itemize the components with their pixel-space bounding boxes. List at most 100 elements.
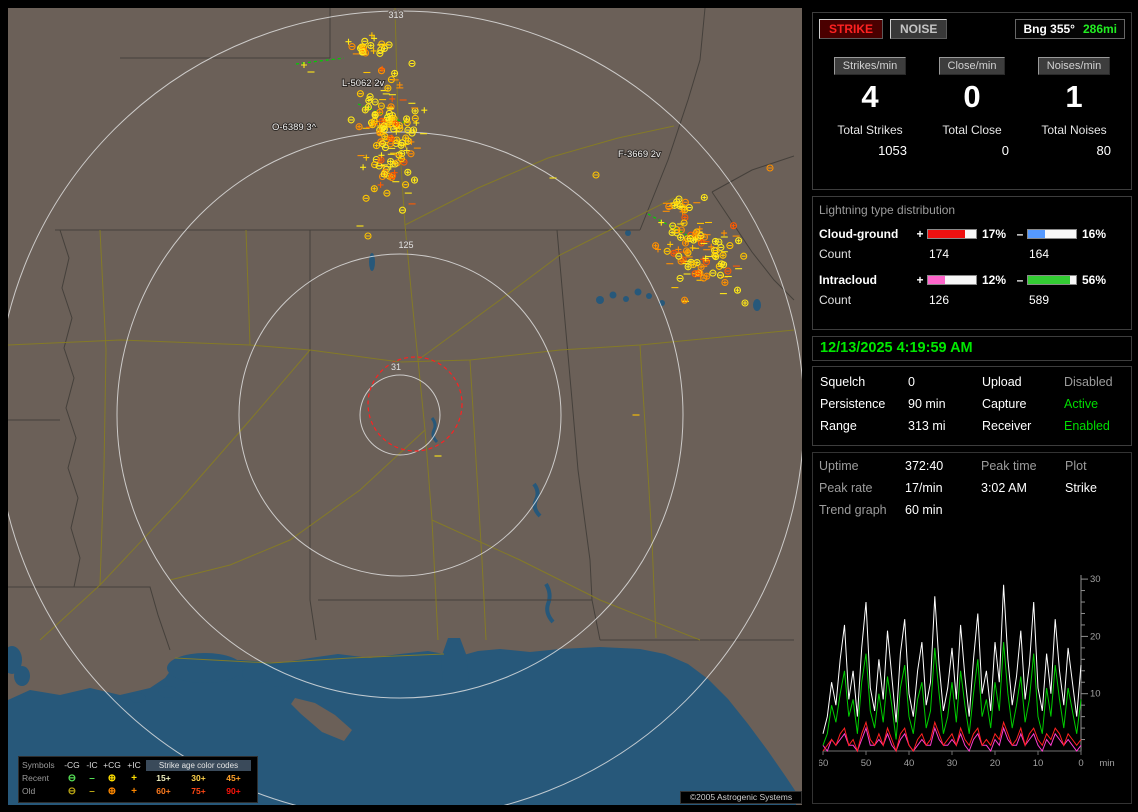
ic-positive-count: 126 <box>929 293 950 307</box>
range-label: Range <box>820 419 857 433</box>
plus-sign: + <box>916 227 924 241</box>
range-ring-label: 125 <box>398 240 413 250</box>
rates-panel: STRIKE NOISE Bng 355° 286mi Strikes/min … <box>812 12 1132 190</box>
ic-positive-pct: 12% <box>982 273 1007 287</box>
storm-cell-label: F-3669 2v <box>618 149 661 160</box>
noises-per-min-value: 1 <box>1065 79 1083 114</box>
total-close-value: 0 <box>1001 143 1009 158</box>
age-45-label: 45+ <box>226 773 241 783</box>
trend-series-cloud-ground <box>822 720 1082 753</box>
axis-tick-label: 40 <box>904 758 915 769</box>
axis-tick-label: 20 <box>1090 631 1101 642</box>
peak-rate-label: Peak rate <box>819 481 873 495</box>
age-75-label: 75+ <box>191 786 206 796</box>
trend-graph-label: Trend graph <box>819 503 887 517</box>
cg-count-label: Count <box>819 247 852 261</box>
pos-ic-recent-icon: + <box>131 773 137 784</box>
plot-value: Strike <box>1065 481 1097 495</box>
neg-ic-recent-icon: – <box>89 773 95 784</box>
axis-tick-label: 60 <box>819 758 828 769</box>
strike-indicator[interactable]: STRIKE <box>819 19 884 39</box>
axis-tick-label: 30 <box>947 758 958 769</box>
receiver-label: Receiver <box>982 419 1032 433</box>
cloud-ground-label: Cloud-ground <box>819 227 899 241</box>
ic-positive-bar <box>927 275 977 285</box>
age-15-label: 15+ <box>156 773 171 783</box>
pos-cg-old-icon: ⊕ <box>107 786 117 797</box>
distribution-panel: Lightning type distribution Cloud-ground… <box>812 196 1132 330</box>
close-per-min-button[interactable]: Close/min <box>938 57 1006 75</box>
minus-sign: – <box>1016 227 1024 241</box>
plot-label: Plot <box>1065 459 1087 473</box>
total-close-label: Total Close <box>942 123 1002 137</box>
cg-positive-pct: 17% <box>982 227 1007 241</box>
map-panel: 313 125 31 L-5062 2v O-6389 3^ F-3669 2v Symb… <box>8 8 802 805</box>
trend-series-close <box>822 642 1082 746</box>
storm-cell-label: L-5062 2v <box>342 78 385 89</box>
range-ring-label: 313 <box>388 10 403 20</box>
peak-time-label: Peak time <box>981 459 1037 473</box>
peak-time-value: 3:02 AM <box>981 481 1027 495</box>
ic-negative-bar <box>1027 275 1077 285</box>
lightning-map[interactable]: 313 125 31 L-5062 2v O-6389 3^ F-3669 2v <box>8 8 802 805</box>
total-strikes: Total Strikes 1053 <box>819 123 921 158</box>
age-60-label: 60+ <box>156 786 171 796</box>
cg-positive-bar <box>927 229 977 239</box>
range-value: 313 mi <box>908 419 946 433</box>
legend-row-old-label: Old <box>22 786 36 796</box>
neg-cg-recent-icon: ⊖ <box>67 773 77 784</box>
persistence-label: Persistence <box>820 397 886 411</box>
total-strikes-value: 1053 <box>878 143 907 158</box>
strikes-per-min-button[interactable]: Strikes/min <box>833 57 907 75</box>
noises-per-min-button[interactable]: Noises/min <box>1037 57 1111 75</box>
status-panel: 12/13/2025 4:19:59 AM Squelch 0 Upload D… <box>812 336 1132 446</box>
peak-rate-value: 17/min <box>905 481 943 495</box>
bearing-value: Bng 355° <box>1023 22 1075 36</box>
legend-col-neg-cg: -CG <box>64 760 80 770</box>
app-window: 313 125 31 L-5062 2v O-6389 3^ F-3669 2v Symb… <box>0 0 1138 812</box>
side-panel: STRIKE NOISE Bng 355° 286mi Strikes/min … <box>810 0 1136 812</box>
total-noises-value: 80 <box>1096 143 1111 158</box>
upload-label: Upload <box>982 375 1022 389</box>
range-ring-label: 31 <box>391 362 401 372</box>
intracloud-label: Intracloud <box>819 273 878 287</box>
axis-tick-label: 30 <box>1090 574 1101 585</box>
legend-box: Symbols -CG -IC +CG +IC Strike age color… <box>18 756 258 803</box>
total-close: Total Close 0 <box>921 123 1023 158</box>
upload-status: Disabled <box>1064 375 1113 389</box>
trend-series-strikes <box>822 584 1082 734</box>
axis-tick-label: 10 <box>1090 689 1101 700</box>
legend-col-pos-cg: +CG <box>103 760 121 770</box>
cg-negative-count: 164 <box>1029 247 1050 261</box>
axis-tick-label: 50 <box>861 758 872 769</box>
noise-indicator[interactable]: NOISE <box>890 19 948 39</box>
persistence-value: 90 min <box>908 397 946 411</box>
pos-cg-recent-icon: ⊕ <box>107 773 117 784</box>
squelch-value: 0 <box>908 375 915 389</box>
plus-sign: + <box>916 273 924 287</box>
intracloud-row: Intracloud + 12% – 56% Count 126 589 <box>819 273 1125 307</box>
legend-col-pos-ic: +IC <box>127 760 141 770</box>
legend-age-title: Strike age color codes <box>146 760 251 771</box>
bearing-display: Bng 355° 286mi <box>1015 19 1125 39</box>
neg-ic-old-icon: – <box>89 786 95 797</box>
trend-graph: 10 20 30 60 50 40 30 20 10 0 min <box>819 574 1115 769</box>
trend-graph-value: 60 min <box>905 503 943 517</box>
age-30-label: 30+ <box>191 773 206 783</box>
copyright-notice: ©2005 Astrogenic Systems <box>680 791 802 804</box>
datetime-display: 12/13/2025 4:19:59 AM <box>812 336 1132 361</box>
uptime-value: 372:40 <box>905 459 944 473</box>
cloud-ground-row: Cloud-ground + 17% – 16% Count 174 164 <box>819 227 1125 261</box>
close-per-min-value: 0 <box>963 79 981 114</box>
strikes-per-min-value: 4 <box>861 79 879 114</box>
axis-tick-label: 0 <box>1078 758 1083 769</box>
bearing-distance: 286mi <box>1082 22 1117 36</box>
uptime-label: Uptime <box>819 459 859 473</box>
neg-cg-old-icon: ⊖ <box>67 786 77 797</box>
cg-negative-bar <box>1027 229 1077 239</box>
settings-box: Squelch 0 Upload Disabled Persistence 90… <box>812 366 1132 446</box>
legend-col-neg-ic: -IC <box>86 760 98 770</box>
capture-status: Active <box>1064 397 1099 411</box>
axis-tick-label: 10 <box>1033 758 1044 769</box>
cg-negative-pct: 16% <box>1082 227 1107 241</box>
